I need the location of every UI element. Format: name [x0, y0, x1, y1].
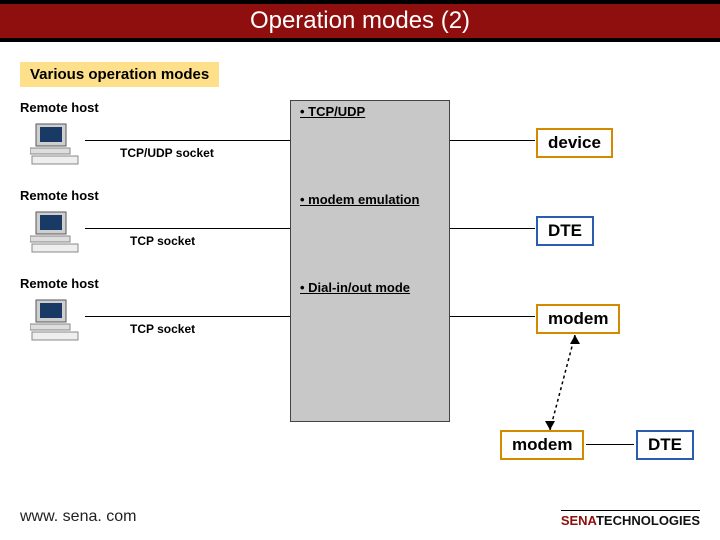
remote-host-label-1: Remote host	[20, 100, 99, 115]
socket-label-1: TCP/UDP socket	[120, 146, 214, 160]
remote-host-label-2: Remote host	[20, 188, 99, 203]
bottom-box-modem: modem	[500, 430, 584, 460]
mode-header-dial: • Dial-in/out mode	[300, 280, 410, 295]
right-box-device: device	[536, 128, 613, 158]
connector-right-1	[450, 140, 535, 141]
footer-logo-sena: SENA	[561, 513, 596, 528]
right-box-modem: modem	[536, 304, 620, 334]
socket-label-2: TCP socket	[130, 234, 195, 248]
remote-host-label-3: Remote host	[20, 276, 99, 291]
center-device-box	[290, 100, 450, 422]
computer-icon-2	[30, 210, 80, 254]
connector-bottom	[586, 444, 634, 445]
dotted-connector	[545, 335, 605, 435]
connector-left-2	[85, 228, 290, 229]
connector-left-1	[85, 140, 290, 141]
page-title: Operation modes (2)	[250, 7, 470, 35]
title-bar: Operation modes (2)	[0, 0, 720, 42]
mode-header-modem-emu: • modem emulation	[300, 192, 419, 207]
computer-icon-3	[30, 298, 80, 342]
connector-left-3	[85, 316, 290, 317]
connector-right-2	[450, 228, 535, 229]
subtitle: Various operation modes	[20, 62, 219, 87]
computer-icon-1	[30, 122, 80, 166]
mode-header-tcpudp: • TCP/UDP	[300, 104, 365, 119]
footer-logo-tech: TECHNOLOGIES	[596, 513, 700, 528]
footer-url: www. sena. com	[20, 508, 136, 526]
socket-label-3: TCP socket	[130, 322, 195, 336]
diagram-stage: Remote host • TCP/UDP TCP/UDP socket dev…	[0, 100, 720, 500]
bottom-box-dte: DTE	[636, 430, 694, 460]
connector-right-3	[450, 316, 535, 317]
footer-logo: SENATECHNOLOGIES	[561, 510, 700, 528]
right-box-dte: DTE	[536, 216, 594, 246]
